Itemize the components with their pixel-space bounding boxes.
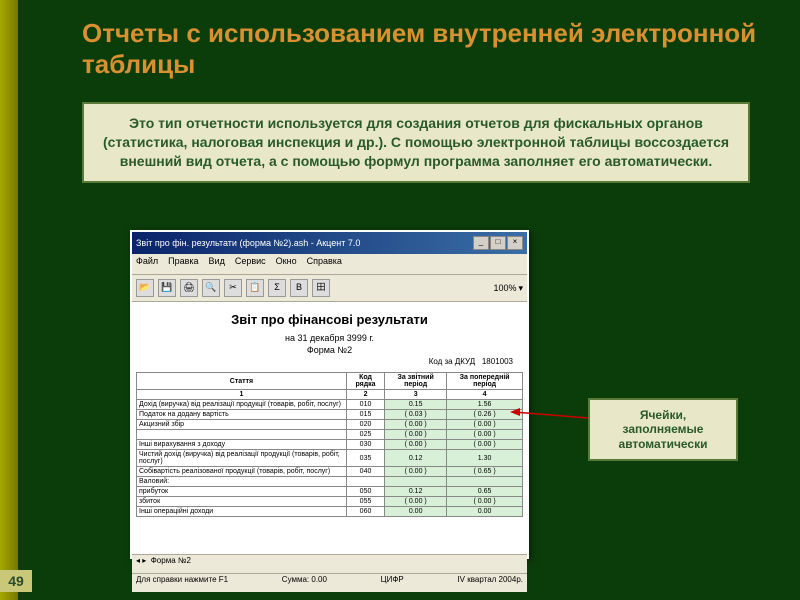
menu-file[interactable]: Файл (136, 256, 158, 272)
status-help: Для справки нажмите F1 (136, 575, 228, 591)
callout-arrow (510, 414, 588, 416)
auto-cell[interactable]: ( 0.00 ) (385, 467, 447, 477)
report-date: на 31 декабря 3999 г. (136, 333, 523, 343)
menu-service[interactable]: Сервис (235, 256, 266, 272)
auto-cell[interactable]: ( 0.00 ) (385, 497, 447, 507)
preview-icon[interactable]: 🔍 (202, 279, 220, 297)
menu-view[interactable]: Вид (209, 256, 225, 272)
menu-window[interactable]: Окно (276, 256, 297, 272)
window-controls: _ □ × (473, 236, 523, 250)
calc-icon[interactable]: Σ (268, 279, 286, 297)
sheet-tab[interactable]: Форма №2 (151, 556, 191, 565)
auto-cell[interactable]: ( 0.00 ) (447, 440, 523, 450)
chevron-down-icon: ▾ (518, 283, 523, 294)
table-row: Валовий: (137, 477, 523, 487)
auto-cell[interactable]: 0.65 (447, 487, 523, 497)
sheet-tabs: ◂ ▸ Форма №2 (132, 554, 527, 573)
table-row: Чистий дохід (виручка) від реалізації пр… (137, 450, 523, 467)
status-mode: ЦИФР (381, 575, 404, 591)
table-row: Собівартість реалізованої продукції (тов… (137, 467, 523, 477)
table-row: прибуток0500.120.65 (137, 487, 523, 497)
maximize-button[interactable]: □ (490, 236, 506, 250)
auto-cell[interactable]: ( 0.65 ) (447, 467, 523, 477)
report-code: Код за ДКУД 1801003 (146, 357, 513, 366)
auto-cell[interactable]: 0.00 (447, 507, 523, 517)
slide-sidebar (0, 0, 18, 600)
auto-cell[interactable]: 0.12 (385, 487, 447, 497)
open-icon[interactable]: 📂 (136, 279, 154, 297)
menu-edit[interactable]: Правка (168, 256, 198, 272)
auto-cell[interactable]: 0.00 (385, 507, 447, 517)
spreadsheet-window: Звіт про фін. результати (форма №2).ash … (130, 230, 529, 559)
tab-arrows[interactable]: ◂ ▸ (136, 556, 146, 565)
table-row: Дохід (виручка) від реалізації продукції… (137, 400, 523, 410)
auto-cell[interactable]: ( 0.00 ) (385, 420, 447, 430)
save-icon[interactable]: 💾 (158, 279, 176, 297)
auto-cell[interactable]: ( 0.00 ) (385, 440, 447, 450)
menu-help[interactable]: Справка (307, 256, 342, 272)
toolbar: 📂 💾 🖨 🔍 ✂ 📋 Σ B 田 100% ▾ (132, 275, 527, 302)
menu-bar: Файл Правка Вид Сервис Окно Справка (132, 254, 527, 275)
table-subheader-row: 1 2 3 4 (137, 390, 523, 400)
bold-icon[interactable]: B (290, 279, 308, 297)
status-bar: Для справки нажмите F1 Сумма: 0.00 ЦИФР … (132, 573, 527, 592)
table-row: 025( 0.00 )( 0.00 ) (137, 430, 523, 440)
table-row: збиток055( 0.00 )( 0.00 ) (137, 497, 523, 507)
close-button[interactable]: × (507, 236, 523, 250)
description-box: Это тип отчетности используется для созд… (82, 102, 750, 183)
zoom-control[interactable]: 100% ▾ (493, 283, 523, 294)
window-titlebar: Звіт про фін. результати (форма №2).ash … (132, 232, 527, 254)
auto-cell[interactable]: ( 0.00 ) (385, 430, 447, 440)
table-row: Інші операційні доходи0600.000.00 (137, 507, 523, 517)
table-header-row: Стаття Код рядка За звітний період За по… (137, 373, 523, 390)
copy-icon[interactable]: 📋 (246, 279, 264, 297)
auto-cell[interactable]: 0.12 (385, 450, 447, 467)
auto-cell[interactable]: ( 0.03 ) (385, 410, 447, 420)
cut-icon[interactable]: ✂ (224, 279, 242, 297)
window-title: Звіт про фін. результати (форма №2).ash … (136, 238, 360, 248)
page-number: 49 (0, 570, 32, 592)
auto-cell[interactable]: 1.30 (447, 450, 523, 467)
table-row: Інші вирахування з доходу030( 0.00 )( 0.… (137, 440, 523, 450)
report-title: Звіт про фінансові результати (136, 312, 523, 327)
minimize-button[interactable]: _ (473, 236, 489, 250)
status-period: IV квартал 2004р. (457, 575, 523, 591)
zoom-value: 100% (493, 283, 516, 293)
auto-cell[interactable]: ( 0.00 ) (447, 497, 523, 507)
report-table: Стаття Код рядка За звітний період За по… (136, 372, 523, 517)
callout-box: Ячейки, заполняемые автоматически (588, 398, 738, 461)
status-sum: Сумма: 0.00 (282, 575, 327, 591)
print-icon[interactable]: 🖨 (180, 279, 198, 297)
table-row: Акцизний збір020( 0.00 )( 0.00 ) (137, 420, 523, 430)
auto-cell[interactable] (447, 477, 523, 487)
table-row: Податок на додану вартість015( 0.03 )( 0… (137, 410, 523, 420)
auto-cell[interactable]: ( 0.00 ) (447, 430, 523, 440)
slide-title: Отчеты с использованием внутренней элект… (82, 18, 800, 80)
document-area[interactable]: Звіт про фінансові результати на 31 дека… (132, 302, 527, 554)
auto-cell[interactable]: 0.15 (385, 400, 447, 410)
auto-cell[interactable] (385, 477, 447, 487)
borders-icon[interactable]: 田 (312, 279, 330, 297)
report-form: Форма №2 (136, 345, 523, 355)
